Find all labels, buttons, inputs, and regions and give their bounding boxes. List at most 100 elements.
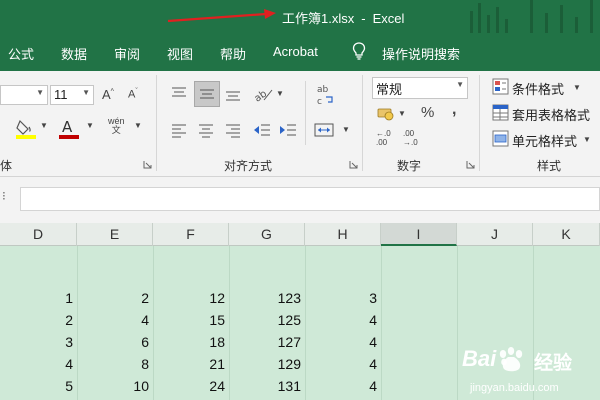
align-middle-button[interactable]: [194, 81, 220, 107]
dialog-launcher-icon[interactable]: [466, 160, 475, 169]
formula-input[interactable]: [20, 187, 600, 211]
grid-line: [381, 246, 382, 400]
comma-icon[interactable]: ,: [452, 101, 456, 119]
cell-g-1[interactable]: 123: [229, 286, 305, 310]
percent-icon[interactable]: %: [421, 104, 434, 121]
decrease-decimal-icon[interactable]: .00 →.0: [403, 129, 418, 147]
tab-review[interactable]: 审阅: [114, 44, 140, 63]
align-right-icon[interactable]: [224, 121, 242, 139]
chevron-down-icon[interactable]: ▼: [342, 125, 350, 134]
red-arrow-annotation-icon: [167, 9, 276, 23]
cell-g-6[interactable]: 133: [229, 394, 305, 400]
column-header-g[interactable]: G: [229, 223, 305, 246]
column-headers: D E F G H I J K: [0, 223, 600, 246]
table-format-button[interactable]: 套用表格格式: [512, 105, 590, 124]
decrease-indent-icon[interactable]: [252, 121, 272, 139]
baidu-jingyan-watermark: Bai 经验 jingyan.baidu.com: [430, 338, 600, 400]
cell-h-4[interactable]: 4: [305, 352, 381, 376]
cell-g-3[interactable]: 127: [229, 330, 305, 354]
chevron-down-icon[interactable]: ▼: [276, 89, 284, 98]
column-header-e[interactable]: E: [77, 223, 153, 246]
watermark-brand-latin: Bai: [462, 346, 497, 371]
font-size-combo[interactable]: 11 ▼: [50, 85, 94, 105]
cell-f-6[interactable]: 27: [153, 394, 229, 400]
cell-e-6[interactable]: 12: [77, 394, 153, 400]
increase-decimal-icon[interactable]: ←.0.00: [376, 129, 391, 147]
cell-d-1[interactable]: 1: [0, 286, 77, 310]
cell-style-button[interactable]: 单元格样式: [512, 131, 577, 150]
cell-h-2[interactable]: 4: [305, 308, 381, 332]
conditional-format-icon[interactable]: [492, 78, 510, 96]
chevron-down-icon[interactable]: ▼: [398, 109, 406, 118]
chevron-down-icon[interactable]: ▼: [134, 121, 142, 130]
cell-style-icon[interactable]: [492, 130, 510, 148]
tell-me-search[interactable]: 操作说明搜索: [382, 44, 460, 63]
cell-d-4[interactable]: 4: [0, 352, 77, 376]
cell-e-3[interactable]: 6: [77, 330, 153, 354]
chevron-down-icon[interactable]: ▼: [573, 83, 581, 92]
cell-e-1[interactable]: 2: [77, 286, 153, 310]
number-format-value: 常规: [376, 82, 403, 97]
svg-text:A: A: [62, 118, 73, 136]
cell-h-6[interactable]: 4: [305, 394, 381, 400]
cell-g-2[interactable]: 125: [229, 308, 305, 332]
cell-e-2[interactable]: 4: [77, 308, 153, 332]
dialog-launcher-icon[interactable]: [143, 160, 152, 169]
chevron-down-icon[interactable]: ▼: [583, 135, 591, 144]
phonetic-icon[interactable]: wén 文: [108, 117, 125, 135]
alignment-group-label: 对齐方式: [224, 159, 273, 173]
cell-f-2[interactable]: 15: [153, 308, 229, 332]
merge-center-icon[interactable]: [314, 121, 334, 139]
formula-bar-grip-icon[interactable]: ⁝: [2, 189, 6, 203]
align-top-icon[interactable]: [170, 85, 188, 103]
increase-indent-icon[interactable]: [278, 121, 298, 139]
group-separator: [479, 75, 480, 171]
align-center-icon[interactable]: [197, 121, 215, 139]
align-left-icon[interactable]: [170, 121, 188, 139]
font-color-icon[interactable]: A: [58, 117, 80, 139]
title-bar: 工作簿1.xlsx - Excel: [0, 0, 600, 33]
tab-help[interactable]: 帮助: [220, 44, 246, 63]
font-size-value: 11: [54, 87, 68, 102]
tab-view[interactable]: 视图: [167, 44, 193, 63]
cell-f-3[interactable]: 18: [153, 330, 229, 354]
wrap-text-icon[interactable]: ab c: [316, 83, 336, 107]
align-bottom-icon[interactable]: [224, 85, 242, 103]
tab-formulas[interactable]: 公式: [8, 44, 34, 63]
tab-acrobat[interactable]: Acrobat: [273, 44, 318, 59]
cell-e-4[interactable]: 8: [77, 352, 153, 376]
accounting-format-icon[interactable]: [376, 104, 396, 122]
cell-f-1[interactable]: 12: [153, 286, 229, 310]
column-header-d[interactable]: D: [0, 223, 77, 246]
font-shrink-icon[interactable]: Aˇ: [128, 88, 138, 101]
cell-d-6[interactable]: 6: [0, 394, 77, 400]
cell-h-1[interactable]: 3: [305, 286, 381, 310]
conditional-format-button[interactable]: 条件格式: [512, 79, 564, 98]
orientation-icon[interactable]: ab: [252, 84, 274, 104]
column-header-j[interactable]: J: [457, 223, 533, 246]
column-header-k[interactable]: K: [533, 223, 600, 246]
cell-f-4[interactable]: 21: [153, 352, 229, 376]
group-separator: [362, 75, 363, 171]
number-format-combo[interactable]: 常规 ▼: [372, 77, 468, 99]
chevron-down-icon[interactable]: ▼: [40, 121, 48, 130]
cell-d-2[interactable]: 2: [0, 308, 77, 332]
cell-h-3[interactable]: 4: [305, 330, 381, 354]
cell-g-4[interactable]: 129: [229, 352, 305, 376]
svg-text:c: c: [317, 97, 322, 107]
column-header-h[interactable]: H: [305, 223, 381, 246]
column-header-i[interactable]: I: [381, 223, 457, 246]
table-format-icon[interactable]: [492, 104, 510, 122]
column-header-f[interactable]: F: [153, 223, 229, 246]
font-grow-icon[interactable]: A^: [102, 87, 114, 102]
align-middle-icon: [200, 89, 214, 99]
chevron-down-icon: ▼: [456, 80, 464, 89]
dialog-launcher-icon[interactable]: [349, 160, 358, 169]
font-name-combo[interactable]: ▼: [0, 85, 48, 105]
cell-d-3[interactable]: 3: [0, 330, 77, 354]
styles-group-label: 样式: [537, 159, 562, 173]
number-group-label: 数字: [397, 159, 422, 173]
tab-data[interactable]: 数据: [61, 44, 87, 63]
chevron-down-icon[interactable]: ▼: [86, 121, 94, 130]
fill-color-icon[interactable]: [14, 117, 38, 139]
